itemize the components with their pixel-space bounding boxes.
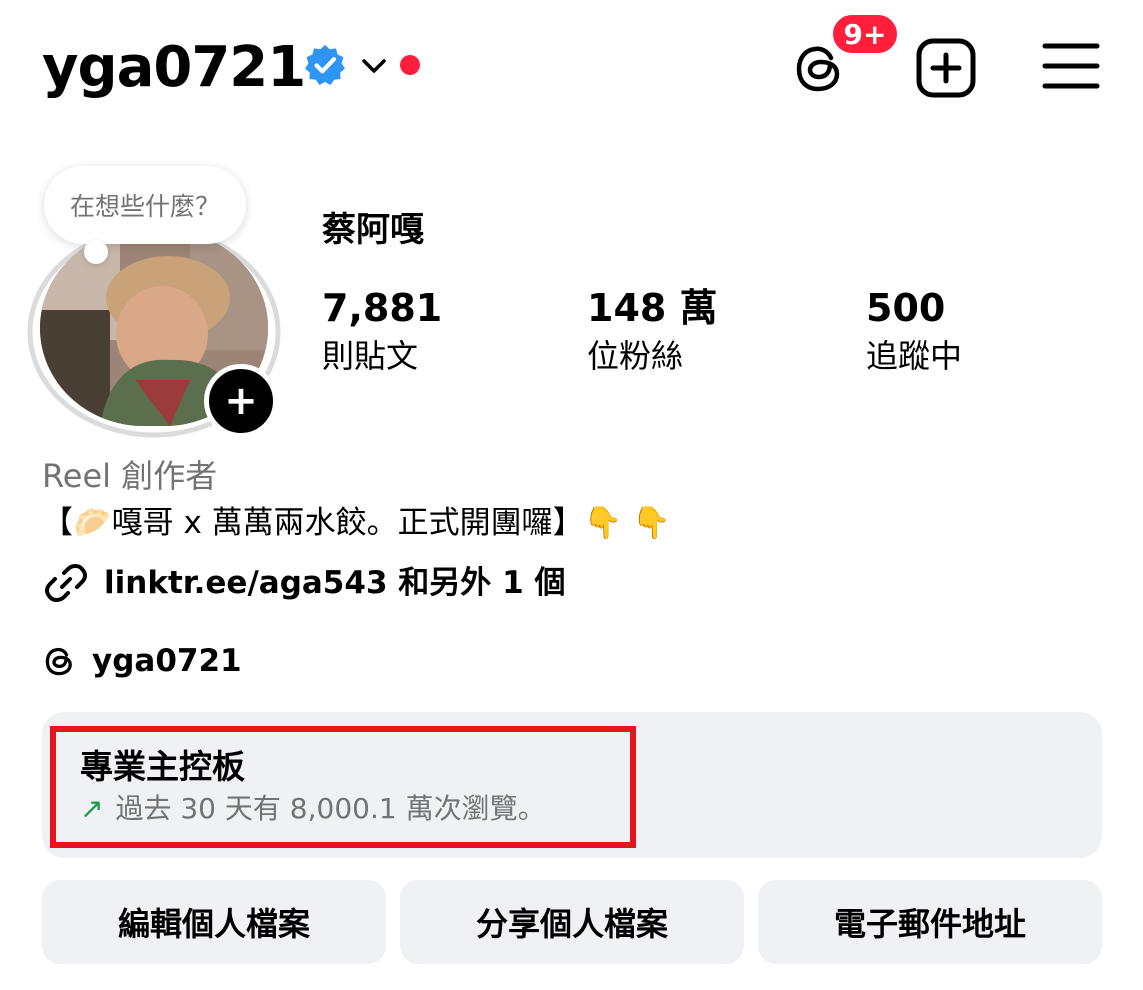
bio-text: 【🥟嘎哥 x 萬萬兩水餃。正式開團囉】👇 👇 bbox=[42, 505, 671, 541]
dashboard-title: 專業主控板 bbox=[80, 747, 245, 786]
following-count: 500 bbox=[866, 286, 946, 330]
threads-handle: yga0721 bbox=[92, 643, 242, 679]
note-bubble-tail bbox=[84, 240, 108, 264]
note-placeholder: 在想些什麼？ bbox=[70, 192, 221, 221]
share-profile-button[interactable]: 分享個人檔案 bbox=[400, 880, 744, 964]
threads-small-icon bbox=[45, 647, 72, 676]
following-stat[interactable]: 500 追蹤中 bbox=[866, 282, 962, 378]
hamburger-menu-icon[interactable] bbox=[1042, 40, 1100, 92]
edit-profile-button[interactable]: 編輯個人檔案 bbox=[42, 880, 386, 964]
display-name: 蔡阿嘎 bbox=[322, 210, 424, 250]
followers-label: 位粉絲 bbox=[587, 337, 684, 375]
link-icon bbox=[45, 564, 87, 602]
following-label: 追蹤中 bbox=[866, 337, 963, 375]
dashboard-summary: ↗ 過去 30 天有 8,000.1 萬次瀏覽。 bbox=[80, 788, 546, 830]
bio-link[interactable]: linktr.ee/aga543 和另外 1 個 bbox=[42, 558, 565, 608]
note-bubble[interactable]: 在想些什麼？ bbox=[44, 166, 247, 244]
notification-badge: 9+ bbox=[830, 12, 900, 56]
profile-category: Reel 創作者 bbox=[42, 457, 218, 495]
posts-stat[interactable]: 7,881 則貼文 bbox=[322, 282, 442, 378]
posts-count: 7,881 bbox=[322, 286, 443, 330]
new-activity-dot bbox=[400, 55, 420, 75]
verified-badge-icon bbox=[305, 45, 345, 85]
email-button[interactable]: 電子郵件地址 bbox=[758, 880, 1102, 964]
bio-link-text: linktr.ee/aga543 和另外 1 個 bbox=[104, 565, 566, 601]
threads-profile-link[interactable]: yga0721 bbox=[42, 636, 242, 686]
plus-square-icon[interactable] bbox=[914, 36, 978, 100]
trend-up-arrow-icon: ↗ bbox=[80, 792, 104, 825]
add-story-button[interactable]: + bbox=[204, 364, 278, 438]
profile-username[interactable]: yga0721 bbox=[42, 32, 306, 104]
posts-label: 則貼文 bbox=[322, 337, 419, 375]
dashboard-subtitle: 過去 30 天有 8,000.1 萬次瀏覽。 bbox=[115, 792, 546, 825]
followers-count: 148 萬 bbox=[587, 286, 718, 330]
followers-stat[interactable]: 148 萬 位粉絲 bbox=[587, 282, 718, 378]
chevron-down-icon[interactable] bbox=[360, 52, 388, 80]
